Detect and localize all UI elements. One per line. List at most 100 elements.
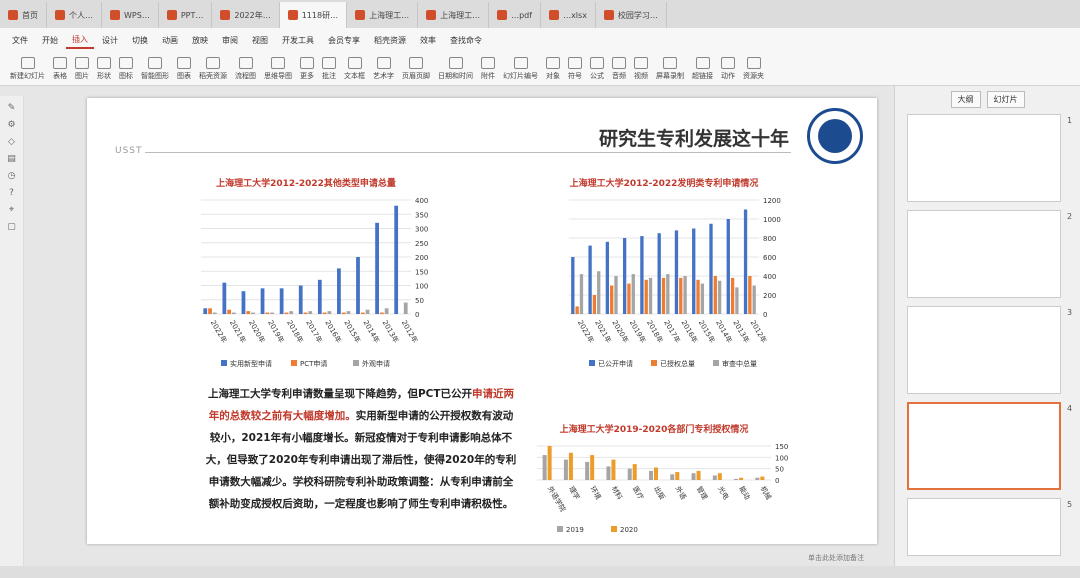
bar <box>208 308 212 314</box>
bar <box>627 283 631 314</box>
bar <box>222 282 227 314</box>
toolbar-button[interactable]: 思维导图 <box>260 53 296 85</box>
browser-tab[interactable]: 校园学习… <box>596 2 667 28</box>
toolbar-button[interactable]: 稻壳资源 <box>195 53 231 85</box>
bar <box>700 283 705 314</box>
toolbar-button[interactable]: 图片 <box>71 53 93 85</box>
location-icon[interactable]: ⌖ <box>5 205 19 215</box>
browser-tab[interactable]: …xlsx <box>541 2 596 28</box>
toolbar-button[interactable]: 智能图形 <box>137 53 173 85</box>
document-icon <box>55 10 65 20</box>
toolbar-button[interactable]: 艺术字 <box>369 53 398 85</box>
x-tick-label: 2014年 <box>362 319 382 345</box>
layers-icon[interactable]: ▤ <box>5 154 19 164</box>
browser-tab[interactable]: 首页 <box>0 2 47 28</box>
x-tick-label: 外语学院 <box>546 485 568 514</box>
toolbar-button[interactable]: 表格 <box>49 53 71 85</box>
browser-tab[interactable]: PPT… <box>159 2 213 28</box>
toolbar-button[interactable]: 页眉页脚 <box>398 53 434 85</box>
y-tick-label: 400 <box>763 273 776 281</box>
menu-item[interactable]: 审阅 <box>216 33 244 48</box>
y-tick-label: 50 <box>775 466 784 474</box>
toolbar-button[interactable]: 附件 <box>477 53 499 85</box>
toolbar-button[interactable]: 图表 <box>173 53 195 85</box>
slide-thumb-2[interactable] <box>907 210 1061 298</box>
tab-label: 2022年… <box>234 10 271 20</box>
toolbar-button[interactable]: 幻灯片编号 <box>499 53 542 85</box>
settings-icon[interactable]: ⚙ <box>5 120 19 130</box>
menu-item[interactable]: 视图 <box>246 33 274 48</box>
browser-tab[interactable]: …pdf <box>489 2 542 28</box>
toolbar-button[interactable]: 动作 <box>717 53 739 85</box>
menu-item[interactable]: 开发工具 <box>276 33 320 48</box>
toolbar-button[interactable]: 图标 <box>115 53 137 85</box>
menu-item[interactable]: 稻壳资源 <box>368 33 412 48</box>
tool-icon <box>322 56 336 69</box>
browser-tab[interactable]: 个人… <box>47 2 102 28</box>
bar <box>631 274 635 314</box>
menu-item[interactable]: 动画 <box>156 33 184 48</box>
bar <box>661 277 666 314</box>
menu-item[interactable]: 插入 <box>66 32 94 49</box>
format-icon[interactable]: ✎ <box>5 103 19 113</box>
y-tick-label: 0 <box>415 311 419 319</box>
x-tick-label: 2019年 <box>266 319 286 345</box>
menu-item[interactable]: 会员专享 <box>322 33 366 48</box>
outline-tab[interactable]: 大纲 <box>950 90 981 108</box>
slide-thumb-1[interactable] <box>907 114 1061 202</box>
tool-icon <box>119 56 133 69</box>
menu-item[interactable]: 放映 <box>186 33 214 48</box>
title-rule <box>145 152 791 153</box>
menu-item[interactable]: 开始 <box>36 33 64 48</box>
toolbar-button[interactable]: 符号 <box>564 53 586 85</box>
bar <box>563 459 568 480</box>
help-icon[interactable]: ? <box>5 188 19 198</box>
browser-tab[interactable]: 上海理工… <box>347 2 419 28</box>
browser-tab[interactable]: WPS… <box>102 2 159 28</box>
toolbar-button[interactable]: 超链接 <box>688 53 717 85</box>
toolbar-button[interactable]: 文本框 <box>340 53 369 85</box>
x-tick-label: 外语 <box>674 485 689 502</box>
toolbar-label: 资源夹 <box>743 71 764 80</box>
browser-tab[interactable]: 1118研… <box>279 2 348 28</box>
legend-swatch <box>221 360 227 366</box>
toolbar-button[interactable]: 流程图 <box>231 53 260 85</box>
bar <box>614 276 618 314</box>
toolbar-label: 页眉页脚 <box>402 71 430 80</box>
tab-label: 上海理工… <box>369 10 410 20</box>
tab-label: 1118研… <box>301 10 339 20</box>
slide-thumb-5[interactable] <box>907 498 1061 556</box>
toolbar-button[interactable]: 对象 <box>542 53 564 85</box>
browser-tab[interactable]: 上海理工… <box>418 2 490 28</box>
slide-thumb-3[interactable] <box>907 306 1061 394</box>
toolbar-button[interactable]: 批注 <box>318 53 340 85</box>
menu-item[interactable]: 效率 <box>414 33 442 48</box>
shape-icon[interactable]: ◇ <box>5 137 19 147</box>
toolbar-button[interactable]: 资源夹 <box>739 53 768 85</box>
notes-placeholder[interactable]: 单击此处添加备注 <box>24 553 894 566</box>
x-tick-label: 2012年 <box>749 319 769 345</box>
menu-item[interactable]: 文件 <box>6 33 34 48</box>
slides-tab[interactable]: 幻灯片 <box>986 90 1025 108</box>
bar <box>611 459 616 480</box>
toolbar-button[interactable]: 更多 <box>296 53 318 85</box>
chart-title: 上海理工大学2012-2022其他类型申请总量 <box>216 177 396 189</box>
toolbar-button[interactable]: 视频 <box>630 53 652 85</box>
browser-tab[interactable]: 2022年… <box>212 2 280 28</box>
toolbar-button[interactable]: 日期和时间 <box>434 53 477 85</box>
tool-icon <box>695 56 710 69</box>
bar <box>644 279 648 314</box>
page-icon[interactable]: ▢ <box>5 222 19 232</box>
toolbar-button[interactable]: 新建幻灯片 <box>6 53 49 85</box>
history-icon[interactable]: ◷ <box>5 171 19 181</box>
slide-thumb-4[interactable] <box>907 402 1061 490</box>
menu-item[interactable]: 切换 <box>126 33 154 48</box>
x-tick-label: 2021年 <box>228 319 248 345</box>
menu-item[interactable]: 设计 <box>96 33 124 48</box>
toolbar-button[interactable]: 音频 <box>608 53 630 85</box>
toolbar-button[interactable]: 形状 <box>93 53 115 85</box>
toolbar-button[interactable]: 公式 <box>586 53 608 85</box>
menu-item[interactable]: 查找命令 <box>444 33 488 48</box>
toolbar-button[interactable]: 屏幕录制 <box>652 53 688 85</box>
slide-canvas[interactable]: 研究生专利发展这十年 USST 上海理工大学2012-2022发明类专利申请情况… <box>87 98 877 544</box>
